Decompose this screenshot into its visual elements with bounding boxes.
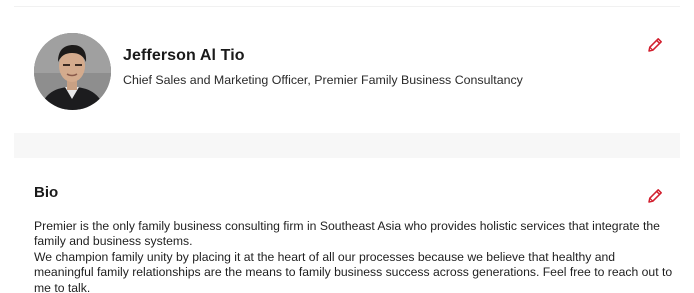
- pencil-icon: [648, 38, 662, 52]
- bio-paragraph: Premier is the only family business cons…: [34, 219, 660, 249]
- pencil-icon: [648, 189, 662, 203]
- profile-page: Jefferson Al Tio Chief Sales and Marketi…: [0, 0, 694, 293]
- profile-job-title: Chief Sales and Marketing Officer, Premi…: [123, 73, 523, 87]
- avatar: [34, 33, 111, 110]
- bio-heading: Bio: [34, 184, 59, 201]
- bio-text: Premier is the only family business cons…: [34, 219, 674, 293]
- profile-card: Jefferson Al Tio Chief Sales and Marketi…: [14, 7, 680, 133]
- bio-card: Bio Premier is the only family business …: [14, 158, 680, 293]
- avatar-photo: [34, 33, 111, 110]
- bio-paragraph: We champion family unity by placing it a…: [34, 249, 673, 293]
- edit-profile-button[interactable]: [646, 36, 664, 54]
- profile-name: Jefferson Al Tio: [123, 47, 245, 64]
- section-separator: [14, 133, 680, 158]
- edit-bio-button[interactable]: [646, 187, 664, 205]
